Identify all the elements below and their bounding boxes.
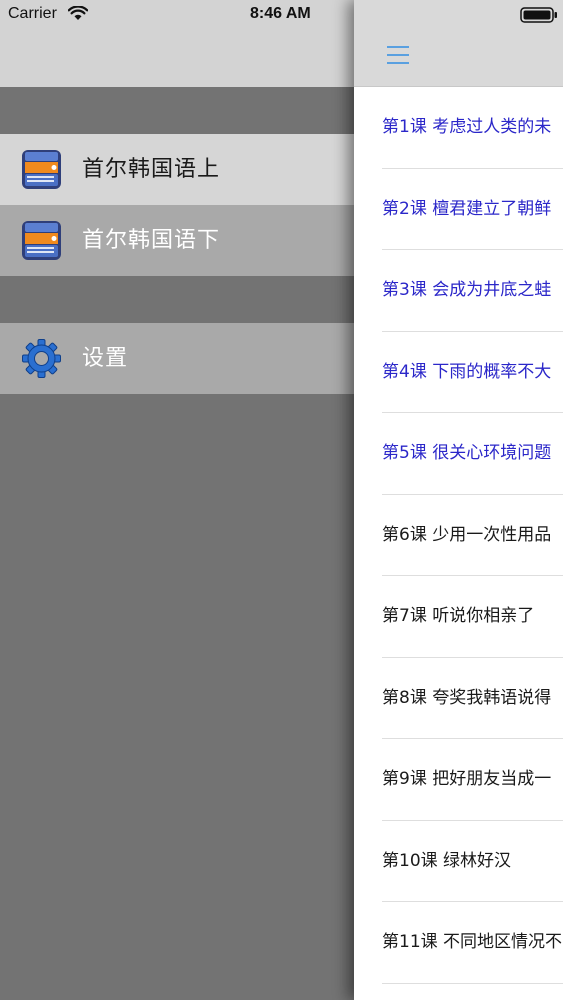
lesson-title: 第2课 檀君建立了朝鲜: [382, 198, 552, 219]
wifi-icon: [67, 5, 89, 25]
lesson-row[interactable]: 第8课 夸奖我韩语说得: [354, 658, 563, 739]
drawer-item-seoul-korean-lower[interactable]: 首尔韩国语下: [0, 205, 354, 276]
status-bar: Carrier 8:46 AM: [0, 0, 563, 30]
lesson-row[interactable]: 第7课 听说你相亲了: [354, 576, 563, 658]
battery-icon: [520, 7, 560, 27]
side-drawer: 首尔韩国语上 首尔韩国语下 设置: [0, 0, 354, 1000]
lesson-title: 第6课 少用一次性用品: [382, 524, 552, 545]
lesson-title: 第1课 考虑过人类的未: [382, 117, 552, 137]
lesson-panel: 第1课 考虑过人类的未 第2课 檀君建立了朝鲜 第3课 会成为井底之蛙 第4课 …: [354, 0, 563, 1000]
book-icon: [21, 149, 62, 190]
lesson-list: 第1课 考虑过人类的未 第2课 檀君建立了朝鲜 第3课 会成为井底之蛙 第4课 …: [354, 87, 563, 984]
lesson-title: 第4课 下雨的概率不大: [382, 361, 552, 382]
lesson-row[interactable]: 第6课 少用一次性用品: [354, 495, 563, 576]
lesson-title: 第3课 会成为井底之蛙: [382, 280, 552, 300]
lesson-row[interactable]: 第2课 檀君建立了朝鲜: [354, 169, 563, 250]
lesson-row[interactable]: 第4课 下雨的概率不大: [354, 332, 563, 413]
gear-icon: [21, 338, 62, 379]
drawer-item-label: 首尔韩国语下: [82, 228, 221, 253]
hamburger-menu-icon[interactable]: [387, 45, 409, 69]
status-time: 8:46 AM: [250, 5, 311, 22]
lesson-row[interactable]: 第11课 不同地区情况不: [354, 902, 563, 984]
lesson-title: 第9课 把好朋友当成一: [382, 769, 552, 789]
lesson-row[interactable]: 第9课 把好朋友当成一: [354, 739, 563, 821]
drawer-item-label: 首尔韩国语上: [82, 157, 221, 182]
lesson-title: 第7课 听说你相亲了: [382, 606, 535, 626]
drawer-item-settings[interactable]: 设置: [0, 323, 354, 394]
lesson-row[interactable]: 第5课 很关心环境问题: [354, 413, 563, 495]
drawer-item-seoul-korean-upper[interactable]: 首尔韩国语上: [0, 134, 354, 205]
drawer-item-label: 设置: [82, 346, 129, 371]
lesson-title: 第8课 夸奖我韩语说得: [382, 687, 552, 708]
lesson-row[interactable]: 第3课 会成为井底之蛙: [354, 250, 563, 332]
lesson-title: 第10课 绿林好汉: [382, 850, 512, 871]
lesson-row[interactable]: 第1课 考虑过人类的未: [354, 87, 563, 169]
carrier-label: Carrier: [8, 5, 57, 22]
book-icon: [21, 220, 62, 261]
row-divider: [382, 982, 563, 984]
lesson-title: 第5课 很关心环境问题: [382, 443, 552, 463]
lesson-title: 第11课 不同地区情况不: [382, 932, 563, 952]
lesson-row[interactable]: 第10课 绿林好汉: [354, 821, 563, 902]
